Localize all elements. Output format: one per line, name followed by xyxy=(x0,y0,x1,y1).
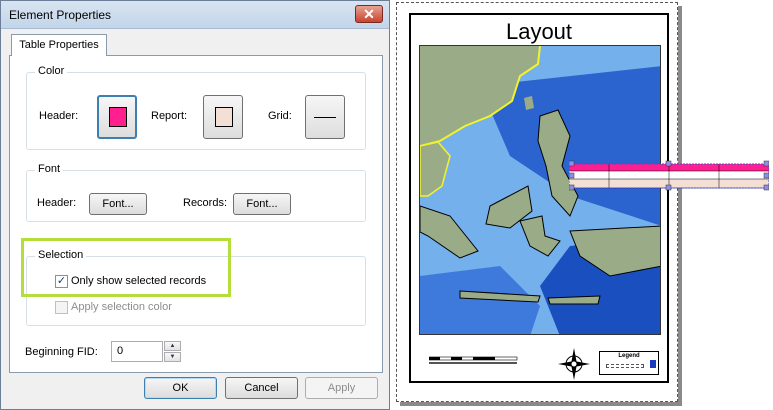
spin-down-icon[interactable]: ▼ xyxy=(164,352,181,362)
grid-line-swatch xyxy=(314,117,336,118)
header-font-label: Header: xyxy=(37,197,77,209)
scale-bar[interactable] xyxy=(429,354,519,368)
font-group-title: Font xyxy=(35,163,64,175)
layout-title[interactable]: Layout xyxy=(411,19,667,45)
apply-selection-color-label: Apply selection color xyxy=(71,301,172,313)
ok-button[interactable]: OK xyxy=(144,377,217,399)
font-group: Font Header: Font... Records: Font... xyxy=(26,163,366,222)
records-font-button[interactable]: Font... xyxy=(233,193,291,215)
title-bar[interactable]: Element Properties ✕ xyxy=(1,1,389,29)
header-color-swatch xyxy=(109,107,127,127)
cancel-button[interactable]: Cancel xyxy=(225,377,298,399)
legend-swatch xyxy=(650,360,656,368)
grid-color-button[interactable] xyxy=(305,95,345,139)
apply-button: Apply xyxy=(305,377,378,399)
apply-selection-color-checkbox[interactable] xyxy=(55,301,68,314)
report-color-button[interactable] xyxy=(203,95,243,139)
only-selected-label[interactable]: Only show selected records xyxy=(71,275,206,287)
attribute-table-element[interactable] xyxy=(569,160,769,192)
legend-line-symbol xyxy=(606,364,644,368)
element-properties-dialog: Element Properties ✕ Table Properties Co… xyxy=(0,0,390,410)
records-font-label: Records: xyxy=(183,197,228,209)
report-color-swatch xyxy=(215,107,233,127)
close-icon[interactable]: ✕ xyxy=(355,5,383,23)
dialog-title: Element Properties xyxy=(9,8,112,22)
tab-panel: Color Header: Report: Grid: Font Header:… xyxy=(9,55,383,373)
layout-view[interactable]: Layout Legend xyxy=(396,0,773,410)
only-selected-checkbox[interactable]: ✓ xyxy=(55,275,68,288)
color-group-title: Color xyxy=(35,65,68,77)
selection-group-title: Selection xyxy=(35,249,87,261)
page-frame: Layout Legend xyxy=(409,13,669,383)
legend-box[interactable]: Legend xyxy=(599,351,659,375)
layout-page[interactable]: Layout Legend xyxy=(396,2,678,402)
header-color-button[interactable] xyxy=(97,95,137,139)
legend-title: Legend xyxy=(618,353,640,359)
beginning-fid-input[interactable]: 0 xyxy=(111,341,163,362)
grid-color-label: Grid: xyxy=(268,110,292,122)
spin-up-icon[interactable]: ▲ xyxy=(164,341,181,351)
north-arrow-icon[interactable] xyxy=(557,347,591,381)
header-font-button[interactable]: Font... xyxy=(89,193,147,215)
checkmark-icon: ✓ xyxy=(56,275,67,287)
tab-table-properties[interactable]: Table Properties xyxy=(11,34,107,56)
color-group: Color Header: Report: Grid: xyxy=(26,65,366,150)
header-color-label: Header: xyxy=(39,110,79,122)
report-color-label: Report: xyxy=(151,110,188,122)
beginning-fid-label: Beginning FID: xyxy=(25,346,98,358)
selection-group: Selection ✓ Only show selected records A… xyxy=(26,249,366,326)
